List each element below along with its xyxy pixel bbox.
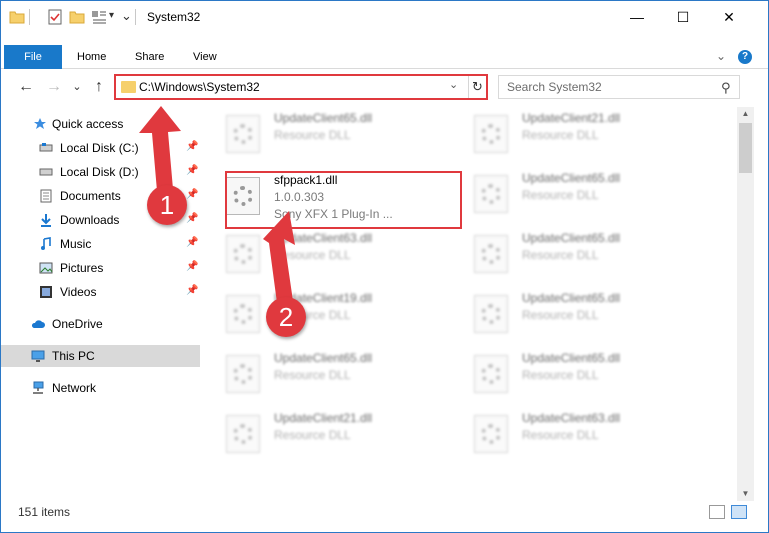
- arrow-2-icon: [263, 211, 295, 303]
- annotation-arrows: [139, 106, 295, 303]
- step-1-badge: 1: [147, 185, 187, 225]
- step-2-badge: 2: [266, 297, 306, 337]
- arrow-1-icon: [139, 106, 181, 191]
- explorer-window: ▾ ⌄ System32 — ☐ ✕ File Home Share View …: [0, 0, 769, 533]
